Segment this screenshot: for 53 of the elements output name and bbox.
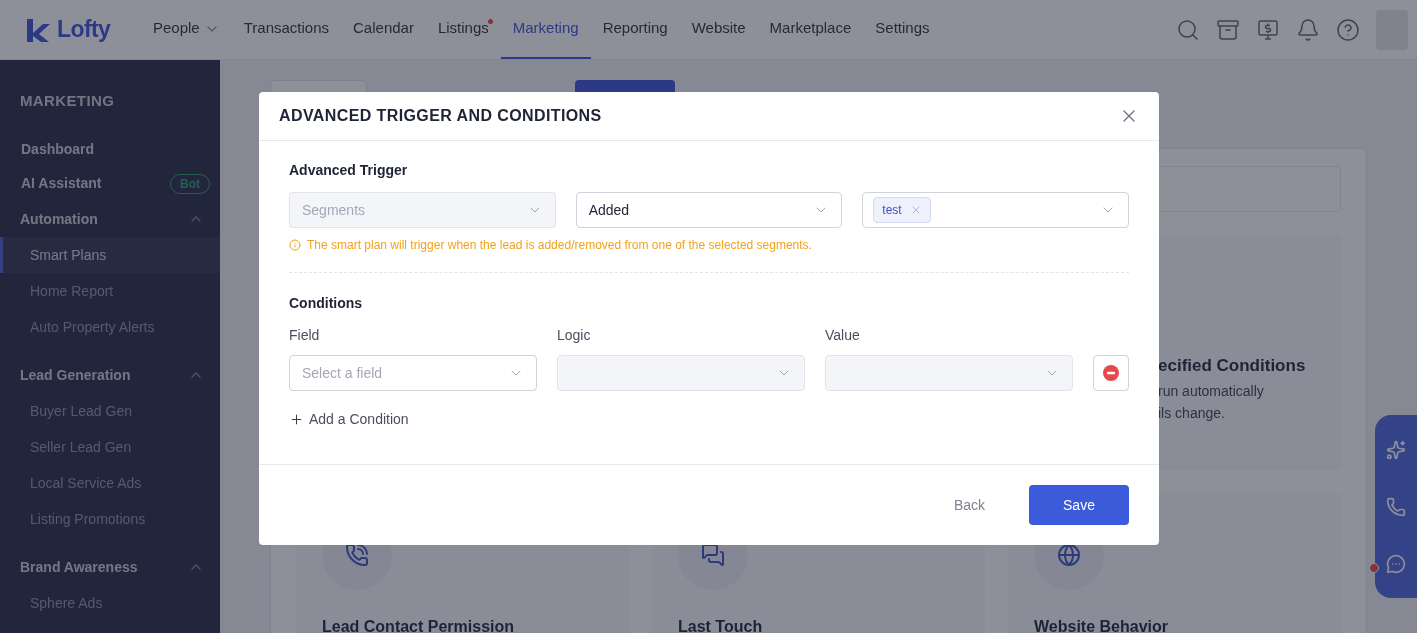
column-label: Value — [825, 326, 861, 345]
field-select[interactable]: Select a field — [289, 355, 537, 391]
nav-tab[interactable]: Marketing — [500, 0, 591, 59]
minus-circle-icon — [1103, 365, 1119, 381]
save-button[interactable]: Save — [1029, 485, 1129, 525]
nav-tab[interactable]: Transactions — [231, 0, 342, 59]
sidebar-title: MARKETING — [19, 91, 116, 111]
nav-tab[interactable]: Marketplace — [757, 0, 864, 59]
remove-condition-button[interactable] — [1093, 355, 1129, 391]
logo-icon — [25, 16, 51, 43]
section-label: Advanced Trigger — [289, 161, 409, 180]
card-title: Website Behavior — [1034, 617, 1169, 633]
back-button[interactable]: Back — [949, 494, 989, 516]
section-label: Conditions — [289, 294, 364, 313]
card-title: Lead Contact Permission — [322, 617, 516, 633]
phone-icon[interactable] — [1386, 496, 1406, 517]
globe-icon — [1057, 543, 1081, 567]
notifications-icon[interactable] — [1296, 17, 1320, 42]
sparkles-icon[interactable] — [1386, 439, 1406, 460]
card-title: Last Touch — [678, 617, 764, 633]
chat-icon[interactable] — [1386, 553, 1406, 574]
action-select[interactable]: Added — [575, 192, 843, 228]
modal-title: ADVANCED TRIGGER AND CONDITIONS — [279, 106, 602, 126]
help-icon[interactable] — [1336, 17, 1360, 42]
search-icon[interactable] — [1176, 17, 1200, 42]
nav-tab[interactable]: Reporting — [590, 0, 680, 59]
column-label: Field — [289, 326, 321, 345]
card-description: ils change. — [1158, 403, 1226, 423]
nav-tab[interactable]: Listings — [425, 0, 501, 59]
segment-tag[interactable]: test — [873, 197, 931, 223]
card-title: ecified Conditions — [1158, 355, 1306, 377]
nav-tab[interactable]: Calendar — [341, 0, 426, 59]
sidebar-group-header[interactable]: Automation — [0, 201, 220, 237]
chat-bubbles-icon — [701, 543, 725, 567]
card-description: run automatically — [1158, 381, 1265, 401]
monitor-dollar-icon[interactable] — [1256, 17, 1280, 42]
hint-text: The smart plan will trigger when the lead is added/removed from one of the selected segments. — [307, 237, 812, 254]
nav-tab[interactable]: People — [141, 0, 232, 59]
sidebar-group-header[interactable]: Brand Awareness — [0, 549, 220, 585]
logo-text: Lofty — [57, 15, 111, 45]
segment-tags-select[interactable]: test — [862, 192, 1129, 228]
sidebar-item[interactable]: Dashboard — [0, 132, 220, 167]
nav-tab[interactable]: Website — [679, 0, 758, 59]
info-icon — [289, 239, 301, 251]
plus-icon — [289, 412, 304, 427]
column-label: Logic — [557, 326, 592, 345]
sidebar-group-header[interactable]: Lead Generation — [0, 357, 220, 393]
sidebar-item[interactable]: AI Assistant Bot — [0, 166, 220, 201]
phone-icon — [345, 543, 369, 567]
nav-tab[interactable]: Settings — [863, 0, 942, 59]
add-condition-button[interactable]: Add a Condition — [289, 409, 409, 430]
tray-icon[interactable] — [1216, 17, 1240, 42]
sidebar-subitem[interactable]: Smart Plans — [0, 237, 220, 273]
